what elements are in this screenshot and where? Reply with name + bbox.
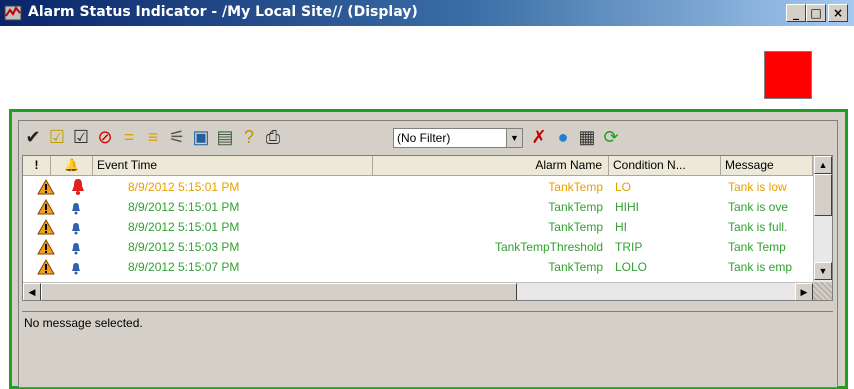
condition-name-cell: LO xyxy=(615,180,632,194)
freeze-icon[interactable]: ⚟ xyxy=(167,127,187,147)
col-event-time[interactable]: Event Time xyxy=(93,156,373,176)
window-title: Alarm Status Indicator - /My Local Site/… xyxy=(28,4,418,20)
acknowledge-selected-icon[interactable]: ☑ xyxy=(47,127,67,147)
alarm-name-cell: TankTemp xyxy=(548,200,603,214)
event-time-cell: 8/9/2012 5:15:01 PM xyxy=(128,220,240,234)
scroll-corner xyxy=(813,282,832,300)
table-row[interactable]: 8/9/2012 5:15:01 PM TankTemp HIHI Tank is o… xyxy=(23,197,813,217)
filter-value: (No Filter) xyxy=(397,131,451,145)
acknowledge-all-icon[interactable]: ☑ xyxy=(71,127,91,147)
warning-icon xyxy=(37,259,55,281)
message-pane: No message selected. xyxy=(22,311,833,385)
col-condition[interactable]: Condition N... xyxy=(609,156,721,176)
condition-name-cell: HI xyxy=(615,220,627,234)
alarm-summary-icon[interactable]: ▣ xyxy=(191,127,211,147)
minimize-button[interactable]: _ xyxy=(786,4,806,22)
horizontal-scrollbar[interactable]: ◀ ▶ xyxy=(23,282,813,300)
condition-name-cell: LOLO xyxy=(615,260,648,274)
message-cell: Tank is low xyxy=(728,180,787,194)
properties-icon[interactable]: ▤ xyxy=(215,127,235,147)
filter-dropdown[interactable]: (No Filter) ▼ xyxy=(393,128,523,148)
bell-icon xyxy=(71,261,85,281)
scroll-up-button[interactable]: ▲ xyxy=(814,156,832,174)
col-alarm-name[interactable]: Alarm Name xyxy=(373,156,609,176)
scroll-down-button[interactable]: ▼ xyxy=(814,262,832,280)
message-cell: Tank Temp xyxy=(728,240,786,254)
table-row[interactable]: 8/9/2012 5:15:01 PM TankTemp HI Tank is ful… xyxy=(23,217,813,237)
alarm-name-cell: TankTemp xyxy=(548,220,603,234)
alarm-name-cell: TankTempThreshold xyxy=(494,240,603,254)
table-row[interactable]: 8/9/2012 5:15:03 PM TankTempThreshold TRIP… xyxy=(23,237,813,257)
event-time-cell: 8/9/2012 5:15:01 PM xyxy=(128,180,240,194)
alarm-status-indicator xyxy=(764,51,812,99)
print-icon[interactable]: ⎙ xyxy=(263,127,283,147)
horizontal-scroll-thumb[interactable] xyxy=(41,283,517,300)
table-row[interactable]: 8/9/2012 5:15:07 PM TankTemp LOLO Tank is e… xyxy=(23,257,813,277)
toolbar: ✔ ☑ ☑ ⊘ = ≡ ⚟ ▣ ▤ ? ⎙ (No Filter) ▼ ✗ ● … xyxy=(21,123,835,153)
message-cell: Tank is full. xyxy=(728,220,788,234)
condition-name-cell: TRIP xyxy=(615,240,643,254)
log-icon[interactable]: ▦ xyxy=(577,127,597,147)
scroll-right-button[interactable]: ▶ xyxy=(795,283,813,300)
message-text: No message selected. xyxy=(24,316,143,330)
alarm-panel-frame: ✔ ☑ ☑ ⊘ = ≡ ⚟ ▣ ▤ ? ⎙ (No Filter) ▼ ✗ ● … xyxy=(9,109,848,389)
col-bell[interactable]: 🔔 xyxy=(51,156,93,176)
vertical-scrollbar[interactable]: ▲ ▼ xyxy=(813,156,832,282)
chevron-down-icon[interactable]: ▼ xyxy=(506,129,522,147)
table-row[interactable]: 8/9/2012 5:15:01 PM TankTemp LO Tank is low xyxy=(23,177,813,197)
bell-header-icon: 🔔 xyxy=(64,158,79,172)
help-icon[interactable]: ? xyxy=(239,127,259,147)
maximize-button[interactable]: □ xyxy=(806,4,826,22)
vertical-scroll-thumb[interactable] xyxy=(814,174,832,216)
refresh-query-icon[interactable]: ● xyxy=(553,127,573,147)
alarm-name-cell: TankTemp xyxy=(548,180,603,194)
condition-name-cell: HIHI xyxy=(615,200,639,214)
disable-icon[interactable]: ⊘ xyxy=(95,127,115,147)
equals-icon[interactable]: = xyxy=(119,127,139,147)
alarm-grid: ! 🔔 Event Time Alarm Name Condition N...… xyxy=(22,155,833,301)
event-time-cell: 8/9/2012 5:15:01 PM xyxy=(128,200,240,214)
clear-filter-icon[interactable]: ✗ xyxy=(529,127,549,147)
scroll-left-button[interactable]: ◀ xyxy=(23,283,41,300)
close-button[interactable]: × xyxy=(828,4,848,22)
acknowledge-check-icon[interactable]: ✔ xyxy=(23,127,43,147)
col-message[interactable]: Message xyxy=(721,156,813,176)
cycle-icon[interactable]: ⟳ xyxy=(601,127,621,147)
alarm-app-icon xyxy=(4,5,22,21)
event-time-cell: 8/9/2012 5:15:03 PM xyxy=(128,240,240,254)
col-alert[interactable]: ! xyxy=(23,156,51,176)
alarm-name-cell: TankTemp xyxy=(548,260,603,274)
alarm-panel: ✔ ☑ ☑ ⊘ = ≡ ⚟ ▣ ▤ ? ⎙ (No Filter) ▼ ✗ ● … xyxy=(18,120,838,388)
title-bar: Alarm Status Indicator - /My Local Site/… xyxy=(0,0,854,26)
message-cell: Tank is emp xyxy=(728,260,793,274)
message-cell: Tank is ove xyxy=(728,200,789,214)
sort-icon[interactable]: ≡ xyxy=(143,127,163,147)
event-time-cell: 8/9/2012 5:15:07 PM xyxy=(128,260,240,274)
